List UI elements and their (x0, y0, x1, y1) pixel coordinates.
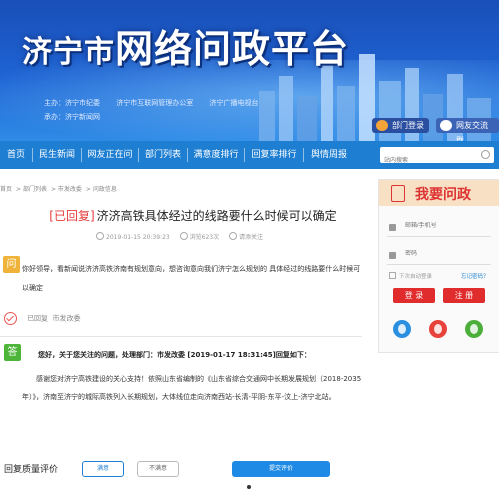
wechat-icon[interactable] (465, 320, 483, 338)
email-field-wrapper (387, 220, 491, 237)
site-title-main: 网络问政平台 (115, 27, 350, 71)
question-text: 你好领导，看新闻说济济高铁济南有规划意向，想咨询意向我们济宁怎么规划的 具体经过… (22, 265, 361, 292)
host-3: 济宁广播电视台 (209, 99, 259, 107)
status-label: 已回复 (27, 314, 48, 323)
login-button[interactable]: 登 录 (393, 288, 435, 303)
document-icon (391, 185, 405, 202)
remember-label: 下次自动登录 (399, 274, 433, 280)
breadcrumb-home[interactable]: 首页 (0, 186, 12, 193)
dept-login-button[interactable]: 部门登录 (372, 118, 429, 133)
nav-item-weekly-report[interactable]: 舆情周报 (304, 141, 354, 169)
qq-icon[interactable] (393, 320, 411, 338)
breadcrumb: 首页 > 部门列表 > 市发改委 > 问政信息 (0, 186, 117, 193)
answer-icon: 答 (4, 344, 21, 361)
rate-satisfied-button[interactable]: 满意 (82, 461, 124, 477)
host-info: 主办：济宁市纪委 济宁市互联网管理办公室 济宁广播电视台 (44, 98, 272, 108)
answer-body: 感谢您对济宁高铁建设的关心支持！依照山东省编制的《山东省综合交通网中长期发展规划… (22, 375, 362, 401)
post-title: [已回复] 济济高铁具体经过的线路要什么时候可以确定 (28, 207, 358, 224)
follow-link[interactable]: 请添关注 (229, 232, 263, 241)
post-views: 浏览623次 (179, 232, 219, 241)
header-banner: 济宁市网络问政平台 主办：济宁市纪委 济宁市互联网管理办公室 济宁广播电视台 承… (0, 0, 499, 141)
post-title-text: 济济高铁具体经过的线路要什么时候可以确定 (96, 209, 337, 223)
post-datetime: 2019-01-15 20:39:23 (96, 232, 170, 241)
site-title: 济宁市网络问政平台 (22, 18, 349, 73)
main-nav: 首页 民生新闻 网友正在问 部门列表 满意度排行 回复率排行 舆情周报 (0, 141, 499, 169)
password-field-wrapper (387, 248, 491, 265)
dept-login-label: 部门登录 (392, 121, 424, 130)
remember-checkbox[interactable] (389, 272, 396, 279)
search-input[interactable] (380, 153, 476, 169)
answer-header: 您好，关于您关注的问题，处理部门：市发改委 [2019-01-17 18:31:… (38, 351, 311, 359)
login-panel: 我要问政 下次自动登录 忘记密码？ 登 录 注 册 (378, 179, 499, 353)
login-panel-title: 我要问政 (415, 187, 471, 203)
remember-me[interactable]: 下次自动登录 (389, 272, 432, 280)
lock-icon (389, 252, 396, 259)
breadcrumb-current: 问政信息 (92, 186, 117, 193)
nav-item-asking[interactable]: 网友正在问 (82, 141, 138, 169)
weibo-icon[interactable] (429, 320, 447, 338)
rate-unsatisfied-button[interactable]: 不满意 (137, 461, 179, 477)
site-title-prefix: 济宁市 (22, 35, 115, 70)
submit-rating-button[interactable]: 提交评价 (232, 461, 330, 477)
host-1: 主办：济宁市纪委 (44, 99, 100, 107)
user-icon (389, 224, 396, 231)
page-indicator-dot (247, 485, 251, 489)
weibo-glyph (434, 324, 442, 334)
reply-status-row: 已回复 市发改委 (4, 312, 80, 325)
undertaker-info: 承办：济宁新闻网 (44, 113, 100, 121)
breadcrumb-departments[interactable]: 部门列表 (23, 186, 47, 193)
search-icon[interactable] (481, 150, 490, 159)
nav-item-departments[interactable]: 部门列表 (139, 141, 187, 169)
check-circle-icon (4, 312, 17, 325)
clock-icon (96, 232, 104, 240)
post-meta: 2019-01-15 20:39:23 浏览623次 请添关注 (96, 232, 271, 241)
status-dept: 市发改委 (52, 314, 81, 323)
register-button[interactable]: 注 册 (443, 288, 485, 303)
site-search (380, 147, 494, 169)
host-2: 济宁市互联网管理办公室 (116, 99, 194, 107)
nav-item-news[interactable]: 民生新闻 (33, 141, 81, 169)
reply-status-tag: [已回复] (49, 209, 95, 223)
divider (0, 336, 362, 337)
net-exchange-button[interactable]: 网友交流群 (436, 118, 499, 141)
rating-label: 回复质量评价 (4, 465, 59, 475)
building-icon (376, 120, 388, 131)
qq-glyph (398, 324, 406, 334)
login-panel-header: 我要问政 (379, 180, 499, 206)
nav-item-home[interactable]: 首页 (0, 141, 32, 169)
question-icon: 问 (3, 256, 20, 273)
password-field[interactable] (403, 250, 491, 258)
breadcrumb-dept[interactable]: 市发改委 (58, 186, 82, 193)
chat-icon (440, 120, 452, 131)
wechat-glyph (470, 324, 478, 334)
nav-item-reply-rank[interactable]: 回复率排行 (245, 141, 303, 169)
nav-item-satisfaction-rank[interactable]: 满意度排行 (188, 141, 244, 169)
forgot-password-link[interactable]: 忘记密码？ (461, 272, 489, 280)
email-field[interactable] (403, 222, 491, 230)
star-icon (229, 232, 238, 240)
eye-icon (179, 232, 188, 240)
